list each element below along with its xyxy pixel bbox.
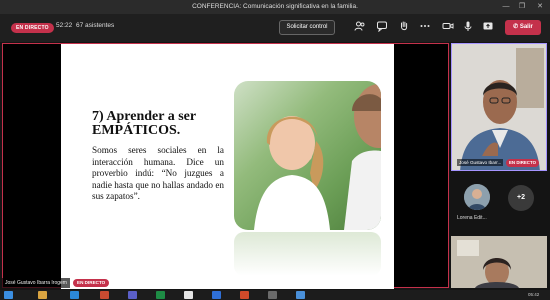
people-icon[interactable] xyxy=(353,20,367,34)
share-icon[interactable] xyxy=(481,20,495,34)
minimize-icon[interactable]: — xyxy=(498,0,514,14)
slide-photo xyxy=(234,81,381,230)
participant-video-secondary xyxy=(451,236,547,288)
leave-button[interactable]: ✆ Salir xyxy=(505,20,541,35)
attendee-count: 67 asistentes xyxy=(76,22,115,29)
window-title: CONFERENCIA: Comunicación significativa … xyxy=(192,3,358,10)
request-control-button[interactable]: Solicitar control xyxy=(279,20,335,35)
shared-slide: 7) Aprender a ser EMPÁTICOS. Somos seres… xyxy=(61,44,394,289)
participant-tile-active[interactable]: José Gustavo Ibarr... EN DIRECTO xyxy=(451,43,547,171)
phone-icon: ✆ xyxy=(513,24,519,30)
participant-name: José Gustavo Ibarr... xyxy=(457,159,504,166)
taskbar-app-icon[interactable] xyxy=(296,291,305,299)
taskbar-app-icon[interactable] xyxy=(156,291,165,299)
slide-title: 7) Aprender a ser EMPÁTICOS. xyxy=(92,109,196,138)
presentation-stage: 7) Aprender a ser EMPÁTICOS. Somos seres… xyxy=(2,43,449,289)
taskbar-app-icon[interactable] xyxy=(128,291,137,299)
window-titlebar: CONFERENCIA: Comunicación significativa … xyxy=(0,0,550,14)
taskbar-clock: 05:42 xyxy=(528,292,540,297)
os-taskbar: 05:42 xyxy=(0,290,550,300)
taskbar-app-icon[interactable] xyxy=(212,291,221,299)
presenter-name: José Gustavo Ibarra Irogem xyxy=(2,278,70,288)
participant-video xyxy=(452,44,546,170)
leave-label: Salir xyxy=(519,24,533,30)
meeting-timer: 52:22 xyxy=(56,22,73,29)
father-daughter-image xyxy=(254,84,381,230)
meeting-toolbar: EN DIRECTO 52:22 67 asistentes Solicitar… xyxy=(0,14,550,42)
participant-tile-secondary[interactable] xyxy=(451,236,547,288)
avatar-name: Lorena Edit... xyxy=(457,215,487,221)
more-participants-badge[interactable]: +2 xyxy=(508,185,534,211)
taskbar-app-icon[interactable] xyxy=(100,291,109,299)
camera-icon[interactable] xyxy=(441,20,455,34)
taskbar-app-icon[interactable] xyxy=(184,291,193,299)
chat-icon[interactable] xyxy=(375,20,389,34)
taskbar-app-icon[interactable] xyxy=(70,291,79,299)
live-badge: EN DIRECTO xyxy=(11,23,54,33)
more-icon[interactable] xyxy=(418,20,432,34)
start-icon[interactable] xyxy=(4,291,13,299)
mic-icon[interactable] xyxy=(461,20,475,34)
participant-avatar[interactable] xyxy=(464,184,490,210)
close-icon[interactable]: ✕ xyxy=(532,0,548,14)
slide-body: Somos seres sociales en la interacción h… xyxy=(92,145,224,201)
participant-live-badge: EN DIRECTO xyxy=(506,159,539,167)
slide-photo-reflection xyxy=(234,232,381,276)
raise-hand-icon[interactable] xyxy=(397,20,411,34)
avatar-photo xyxy=(464,184,490,210)
taskbar-app-icon[interactable] xyxy=(268,291,277,299)
presenter-live-badge: EN DIRECTO xyxy=(73,279,110,287)
taskbar-app-icon[interactable] xyxy=(240,291,249,299)
taskbar-app-icon[interactable] xyxy=(38,291,47,299)
maximize-icon[interactable]: ❐ xyxy=(514,0,530,14)
